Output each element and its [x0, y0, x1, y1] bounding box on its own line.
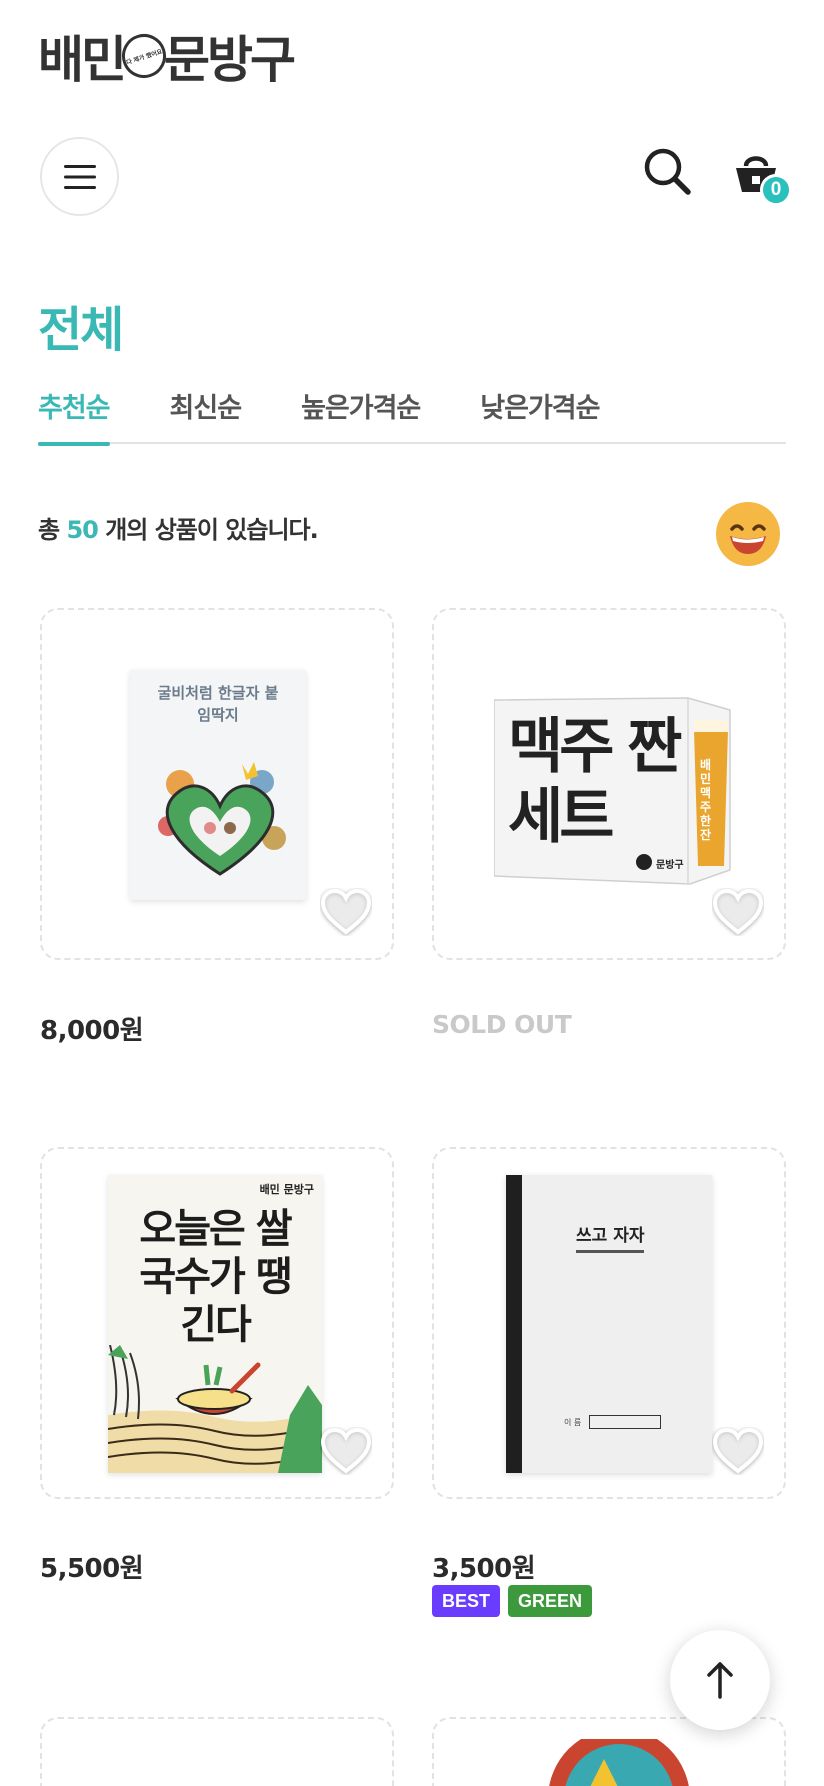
menu-button[interactable]	[40, 137, 119, 216]
page: 배민 다 제가 했어요 문방구 0 전체 추천순 최신순 높은가격순 낮은가격순	[0, 0, 824, 1786]
product-card[interactable]: 맥주 짠세트 배민 맥주 한잔 문방구	[432, 608, 786, 960]
heart-outline-icon[interactable]	[320, 1427, 372, 1475]
cart-count-badge: 0	[760, 174, 792, 206]
product-art-side-text: 배민 맥주 한잔	[700, 758, 712, 842]
notebook-name-label: 이 름	[564, 1417, 582, 1427]
logo-text-right: 문방구	[164, 31, 296, 89]
tab-recommended[interactable]: 추천순	[38, 380, 111, 446]
tab-price-high[interactable]: 높은가격순	[301, 380, 421, 444]
product-image-sticker-pack: 굴비처럼 한글자 붙임딱지	[130, 670, 306, 900]
count-suffix: 개의 상품이 있습니다.	[97, 516, 319, 544]
page-title: 전체	[38, 302, 124, 358]
tab-price-low[interactable]: 낮은가격순	[480, 380, 600, 444]
hamburger-menu-icon	[63, 164, 96, 189]
count-number: 50	[66, 516, 98, 544]
product-price: 3,500원	[432, 1554, 536, 1584]
heart-outline-icon[interactable]	[712, 1427, 764, 1475]
product-art-text: 쓰고 자자	[576, 1221, 645, 1253]
product-image-notebook: 쓰고 자자 이 름	[506, 1175, 712, 1473]
product-card[interactable]: 굴비처럼 한글자 붙임딱지	[40, 608, 394, 960]
product-art-brand: 문방구	[656, 860, 684, 871]
brand-logo[interactable]: 배민 다 제가 했어요 문방구	[38, 26, 296, 89]
product-card[interactable]: 배민 문방구 오늘은 쌀국수가 땡긴다	[40, 1147, 394, 1499]
product-art-text: 굴비처럼 한글자 붙임딱지	[157, 684, 279, 724]
product-sold-out-label: SOLD OUT	[432, 1010, 572, 1039]
notebook-spine	[506, 1175, 522, 1473]
product-price: 5,500원	[40, 1554, 144, 1584]
heart-outline-icon[interactable]	[712, 888, 764, 936]
product-card[interactable]: 쓰고 자자 이 름	[432, 1147, 786, 1499]
product-image-clock	[549, 1739, 689, 1786]
search-button[interactable]	[642, 146, 694, 198]
product-art-brand: 배민 문방구	[259, 1183, 314, 1196]
cart-button[interactable]: 0	[732, 148, 792, 208]
arrow-up-icon	[707, 1662, 733, 1699]
product-count-summary: 총 50 개의 상품이 있습니다.	[38, 510, 319, 545]
notebook-name-field: 이 름	[564, 1415, 662, 1429]
product-image-noodle-poster: 배민 문방구 오늘은 쌀국수가 땡긴다	[108, 1175, 322, 1473]
product-art-text: 맥주 짠세트	[508, 712, 683, 852]
notebook-name-box	[589, 1415, 662, 1429]
scroll-to-top-button[interactable]	[670, 1630, 770, 1730]
count-prefix: 총	[38, 516, 67, 544]
sort-tabs: 추천순 최신순 높은가격순 낮은가격순	[38, 380, 786, 446]
product-card[interactable]	[40, 1717, 394, 1786]
smile-emoji-icon[interactable]	[716, 502, 780, 566]
search-icon	[644, 148, 691, 195]
product-badges: BEST GREEN	[432, 1585, 593, 1617]
logo-text-left: 배민	[38, 31, 127, 89]
logo-badge-text: 다 제가 했어요	[125, 47, 164, 67]
product-image-beer-set: 맥주 짠세트 배민 맥주 한잔 문방구	[494, 690, 734, 886]
tab-newest[interactable]: 최신순	[170, 380, 243, 444]
product-art-text: 오늘은 쌀국수가 땡긴다	[139, 1206, 292, 1348]
green-badge: GREEN	[508, 1585, 593, 1617]
product-price: 8,000원	[40, 1016, 144, 1046]
best-badge: BEST	[432, 1585, 501, 1617]
heart-outline-icon[interactable]	[320, 888, 372, 936]
